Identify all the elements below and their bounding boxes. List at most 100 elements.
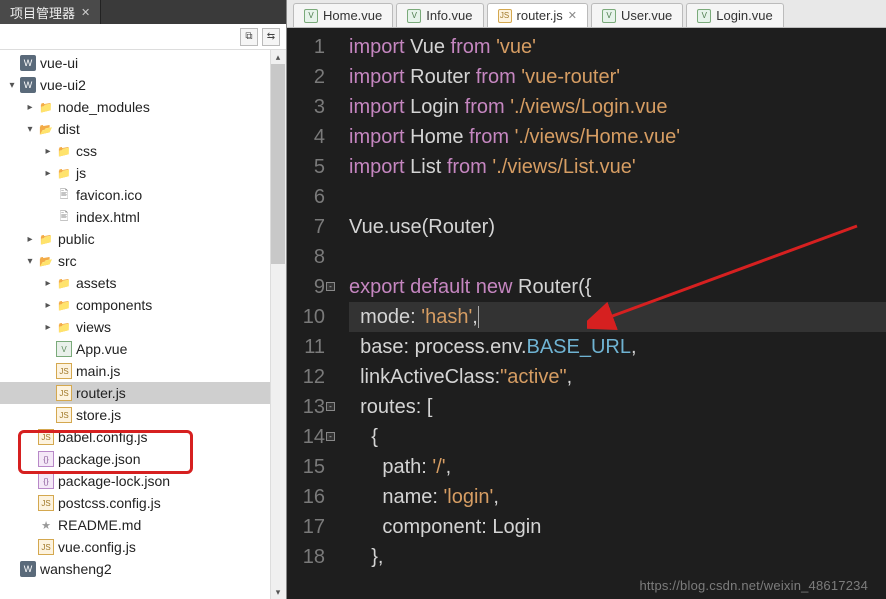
line-number: 17 bbox=[287, 512, 325, 542]
tree-item-src[interactable]: ▾📂src bbox=[0, 250, 286, 272]
code-line[interactable]: Vue.use(Router) bbox=[349, 212, 886, 242]
code-line[interactable]: component: Login bbox=[349, 512, 886, 542]
twisty-icon[interactable]: ▸ bbox=[24, 234, 36, 245]
tree-item-app-vue[interactable]: VApp.vue bbox=[0, 338, 286, 360]
tree-item-dist[interactable]: ▾📂dist bbox=[0, 118, 286, 140]
fold-icon[interactable]: - bbox=[326, 432, 335, 441]
scrollbar-thumb[interactable] bbox=[271, 64, 285, 264]
line-number: 14- bbox=[287, 422, 325, 452]
code-line[interactable]: export default new Router({ bbox=[349, 272, 886, 302]
close-icon[interactable]: ✕ bbox=[568, 9, 577, 22]
line-number: 11 bbox=[287, 332, 325, 362]
tree-item-label: js bbox=[76, 165, 86, 181]
twisty-icon[interactable]: ▾ bbox=[24, 256, 36, 267]
code-line[interactable]: path: '/', bbox=[349, 452, 886, 482]
fold-icon[interactable]: - bbox=[326, 402, 335, 411]
panel-toolbar: ⧉ ⇆ bbox=[0, 24, 286, 50]
editor-tab-login-vue[interactable]: VLogin.vue bbox=[686, 3, 783, 27]
close-icon[interactable]: ✕ bbox=[81, 6, 90, 19]
tree-item-node_modules[interactable]: ▸📁node_modules bbox=[0, 96, 286, 118]
line-number: 12 bbox=[287, 362, 325, 392]
code-content[interactable]: import Vue from 'vue'import Router from … bbox=[335, 28, 886, 599]
code-line[interactable]: { bbox=[349, 422, 886, 452]
tree-item-vue-ui2[interactable]: ▾Wvue-ui2 bbox=[0, 74, 286, 96]
js-icon: JS bbox=[56, 363, 72, 379]
tree-item-components[interactable]: ▸📁components bbox=[0, 294, 286, 316]
code-line[interactable] bbox=[349, 242, 886, 272]
tree-item-assets[interactable]: ▸📁assets bbox=[0, 272, 286, 294]
tree-item-main-js[interactable]: JSmain.js bbox=[0, 360, 286, 382]
tree-item-label: App.vue bbox=[76, 341, 127, 357]
tree-item-label: router.js bbox=[76, 385, 126, 401]
folder-o-icon: 📁 bbox=[38, 231, 54, 247]
twisty-icon[interactable]: ▾ bbox=[24, 124, 36, 135]
tree-item-vue-ui[interactable]: Wvue-ui bbox=[0, 52, 286, 74]
twisty-icon[interactable]: ▾ bbox=[6, 80, 18, 91]
js-icon: JS bbox=[38, 495, 54, 511]
code-line[interactable]: linkActiveClass:"active", bbox=[349, 362, 886, 392]
code-line[interactable]: base: process.env.BASE_URL, bbox=[349, 332, 886, 362]
tree-item-store-js[interactable]: JSstore.js bbox=[0, 404, 286, 426]
tree-item-css[interactable]: ▸📁css bbox=[0, 140, 286, 162]
code-line[interactable]: import Router from 'vue-router' bbox=[349, 62, 886, 92]
toolbar-button-1[interactable]: ⧉ bbox=[240, 28, 258, 46]
tree-item-label: vue.config.js bbox=[58, 539, 136, 555]
tree-item-router-js[interactable]: JSrouter.js bbox=[0, 382, 286, 404]
code-line[interactable]: import Home from './views/Home.vue' bbox=[349, 122, 886, 152]
code-line[interactable]: mode: 'hash', bbox=[349, 302, 886, 332]
scrollbar-vertical[interactable]: ▴ ▾ bbox=[270, 50, 286, 599]
code-line[interactable]: routes: [ bbox=[349, 392, 886, 422]
tree-item-wansheng2[interactable]: Wwansheng2 bbox=[0, 558, 286, 580]
line-number: 3 bbox=[287, 92, 325, 122]
js-icon: JS bbox=[56, 385, 72, 401]
code-line[interactable]: name: 'login', bbox=[349, 482, 886, 512]
tab-label: Login.vue bbox=[716, 8, 772, 23]
editor-tab-router-js[interactable]: JSrouter.js✕ bbox=[487, 3, 588, 27]
file-tree[interactable]: Wvue-ui▾Wvue-ui2▸📁node_modules▾📂dist▸📁cs… bbox=[0, 50, 286, 599]
tree-item-package-lock-json[interactable]: {}package-lock.json bbox=[0, 470, 286, 492]
vue-icon: V bbox=[407, 9, 421, 23]
tab-label: Info.vue bbox=[426, 8, 472, 23]
fold-icon[interactable]: - bbox=[326, 282, 335, 291]
code-line[interactable]: }, bbox=[349, 542, 886, 572]
twisty-icon[interactable]: ▸ bbox=[42, 168, 54, 179]
tree-item-favicon-ico[interactable]: 🖹favicon.ico bbox=[0, 184, 286, 206]
twisty-icon[interactable]: ▸ bbox=[42, 278, 54, 289]
tree-item-index-html[interactable]: 🖹index.html bbox=[0, 206, 286, 228]
code-editor[interactable]: 123456789-10111213-14-15161718 import Vu… bbox=[287, 28, 886, 599]
panel-tab-project-manager[interactable]: 项目管理器 ✕ bbox=[0, 0, 101, 24]
tree-item-label: vue-ui bbox=[40, 55, 78, 71]
code-line[interactable]: import List from './views/List.vue' bbox=[349, 152, 886, 182]
tree-item-public[interactable]: ▸📁public bbox=[0, 228, 286, 250]
scroll-down-icon[interactable]: ▾ bbox=[271, 585, 285, 599]
tree-item-babel-config-js[interactable]: JSbabel.config.js bbox=[0, 426, 286, 448]
tab-label: Home.vue bbox=[323, 8, 382, 23]
tree-item-package-json[interactable]: {}package.json bbox=[0, 448, 286, 470]
tree-item-postcss-config-js[interactable]: JSpostcss.config.js bbox=[0, 492, 286, 514]
code-line[interactable] bbox=[349, 182, 886, 212]
vue-icon: V bbox=[602, 9, 616, 23]
tree-item-vue-config-js[interactable]: JSvue.config.js bbox=[0, 536, 286, 558]
twisty-icon[interactable]: ▸ bbox=[24, 102, 36, 113]
twisty-icon[interactable]: ▸ bbox=[42, 322, 54, 333]
tree-item-label: node_modules bbox=[58, 99, 150, 115]
editor-tab-home-vue[interactable]: VHome.vue bbox=[293, 3, 393, 27]
folder-icon: 📂 bbox=[38, 121, 54, 137]
code-line[interactable]: import Vue from 'vue' bbox=[349, 32, 886, 62]
code-line[interactable]: import Login from './views/Login.vue bbox=[349, 92, 886, 122]
tree-item-label: store.js bbox=[76, 407, 121, 423]
tree-item-label: views bbox=[76, 319, 111, 335]
toolbar-button-2[interactable]: ⇆ bbox=[262, 28, 280, 46]
tree-item-js[interactable]: ▸📁js bbox=[0, 162, 286, 184]
twisty-icon[interactable]: ▸ bbox=[42, 146, 54, 157]
tree-item-views[interactable]: ▸📁views bbox=[0, 316, 286, 338]
folder-icon: 📂 bbox=[38, 253, 54, 269]
twisty-icon[interactable]: ▸ bbox=[42, 300, 54, 311]
editor-tab-user-vue[interactable]: VUser.vue bbox=[591, 3, 683, 27]
editor-tab-info-vue[interactable]: V Info.vue bbox=[396, 3, 483, 27]
line-number: 2 bbox=[287, 62, 325, 92]
line-gutter: 123456789-10111213-14-15161718 bbox=[287, 28, 335, 599]
scroll-up-icon[interactable]: ▴ bbox=[271, 50, 285, 64]
tree-item-readme-md[interactable]: ★README.md bbox=[0, 514, 286, 536]
tree-item-label: main.js bbox=[76, 363, 120, 379]
